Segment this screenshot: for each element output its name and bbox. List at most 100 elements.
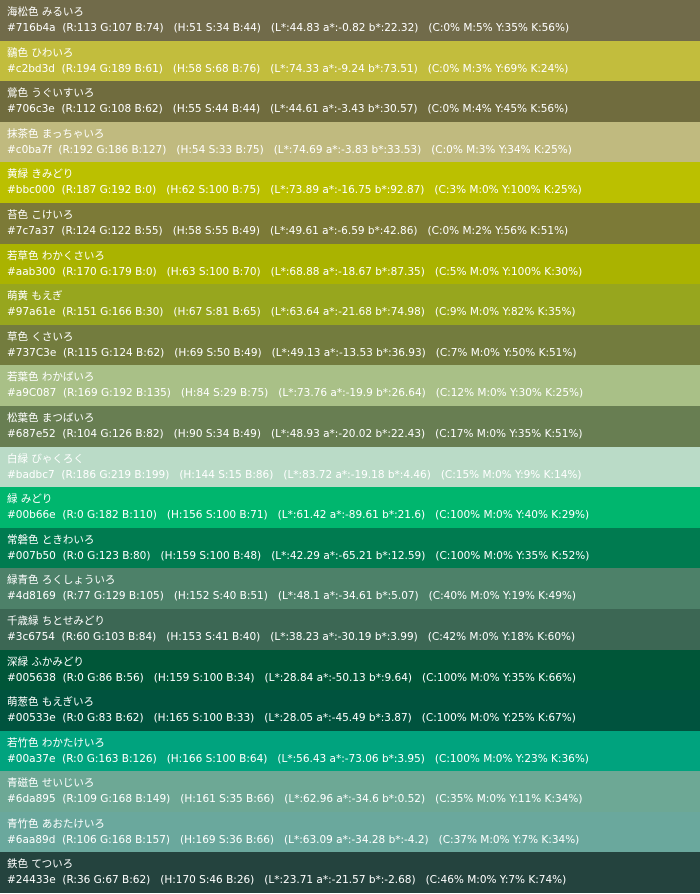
hex-code: #687e52 [7,427,56,440]
color-values: #716b4a (R:113 G:107 B:74) (H:51 S:34 B:… [7,20,700,36]
lab-value: (L*:68.88 a*:-18.67 b*:87.35) [270,265,425,278]
hsb-value: (H:69 S:50 B:49) [174,346,262,359]
hsb-value: (H:144 S:15 B:86) [179,468,274,481]
color-swatch-row: 鶯色 うぐいすいろ #706c3e (R:112 G:108 B:62) (H:5… [0,81,700,122]
cmyk-value: (C:42% M:0% Y:18% K:60%) [427,630,576,643]
color-swatch-row: 海松色 みるいろ #716b4a (R:113 G:107 B:74) (H:51… [0,0,700,41]
hex-code: #005638 [7,671,56,684]
lab-value: (L*:42.29 a*:-65.21 b*:12.59) [271,549,426,562]
color-name: 常磐色 ときわいろ [7,533,95,546]
color-name: 萌黄 もえぎ [7,290,63,303]
color-values: #706c3e (R:112 G:108 B:62) (H:55 S:44 B:… [7,101,700,117]
color-values: #3c6754 (R:60 G:103 B:84) (H:153 S:41 B:… [7,629,700,645]
hsb-value: (H:84 S:29 B:75) [180,387,269,400]
lab-value: (L*:44.83 a*:-0.82 b*:22.32) [270,22,419,34]
color-swatch-list: 海松色 みるいろ #716b4a (R:113 G:107 B:74) (H:51… [0,0,700,894]
hex-code: #3c6754 [7,630,55,643]
cmyk-value: (C:40% M:0% Y:19% K:49%) [428,590,576,603]
rgb-value: (R:113 G:107 B:74) [62,22,164,34]
color-values: #00a37e (R:0 G:163 B:126) (H:166 S:100 B… [7,751,700,767]
lab-value: (L*:44.61 a*:-3.43 b*:30.57) [270,103,418,116]
color-name: 草色 くさいろ [7,330,74,343]
rgb-value: (R:0 G:163 B:126) [62,752,157,765]
hex-code: #00533e [7,712,56,725]
color-values: #737C3e (R:115 G:124 B:62) (H:69 S:50 B:… [7,345,700,361]
lab-value: (L*:63.09 a*:-34.28 b*:-4.2) [284,833,429,846]
color-values: #c2bd3d (R:194 G:189 B:61) (H:58 S:68 B:… [7,61,700,77]
cmyk-value: (C:100% M:0% Y:35% K:52%) [435,549,590,562]
color-swatch-row: 松葉色 まつばいろ #687e52 (R:104 G:126 B:82) (H:9… [0,405,700,447]
color-values: #24433e (R:36 G:67 B:62) (H:170 S:46 B:2… [7,872,700,888]
color-values: #7c7a37 (R:124 G:122 B:55) (H:58 S:55 B:… [7,223,700,239]
color-name: 白緑 びゃくろく [7,452,84,465]
color-name: 青磁色 せいじいろ [7,777,95,790]
rgb-value: (R:192 G:186 B:127) [58,143,167,156]
hsb-value: (H:170 S:46 B:26) [160,874,255,887]
rgb-value: (R:106 G:168 B:157) [62,833,170,846]
lab-value: (L*:49.61 a*:-6.59 b*:42.86) [270,224,418,237]
cmyk-value: (C:100% M:0% Y:25% K:67%) [421,712,576,725]
rgb-value: (R:115 G:124 B:62) [63,346,165,359]
lab-value: (L*:28.05 a*:-45.49 b*:3.87) [264,712,412,725]
color-swatch-row: 常磐色 ときわいろ #007b50 (R:0 G:123 B:80) (H:159… [0,527,700,569]
hsb-value: (H:166 S:100 B:64) [166,752,268,765]
rgb-value: (R:109 G:168 B:149) [62,793,171,806]
color-name: 千歳緑 ちとせみどり [7,614,105,627]
hsb-value: (H:67 S:81 B:65) [173,306,261,319]
color-values: #6da895 (R:109 G:168 B:149) (H:161 S:35 … [7,791,700,807]
hsb-value: (H:156 S:100 B:71) [166,509,268,522]
color-name: 海松色 みるいろ [7,6,84,18]
rgb-value: (R:112 G:108 B:62) [61,103,163,116]
hex-code: #706c3e [7,103,55,116]
rgb-value: (R:151 G:166 B:30) [62,306,164,319]
color-values: #aab300 (R:170 G:179 B:0) (H:63 S:100 B:… [7,264,700,280]
hex-code: #aab300 [7,265,56,278]
cmyk-value: (C:100% M:0% Y:35% K:66%) [422,671,577,684]
color-swatch-row: 若草色 わかくさいろ #aab300 (R:170 G:179 B:0) (H:6… [0,243,700,285]
hex-code: #4d8169 [7,590,56,603]
color-name: 鶸色 ひわいろ [7,46,74,59]
color-values: #c0ba7f (R:192 G:186 B:127) (H:54 S:33 B… [7,142,700,158]
hsb-value: (H:169 S:36 B:66) [180,833,275,846]
color-values: #007b50 (R:0 G:123 B:80) (H:159 S:100 B:… [7,548,700,564]
color-swatch-row: 鶸色 ひわいろ #c2bd3d (R:194 G:189 B:61) (H:58 … [0,40,700,82]
lab-value: (L*:73.89 a*:-16.75 b*:92.87) [270,184,425,197]
rgb-value: (R:169 G:192 B:135) [62,387,171,400]
color-swatch-row: 若葉色 わかばいろ #a9C087 (R:169 G:192 B:135) (H:… [0,365,700,406]
color-values: #4d8169 (R:77 G:129 B:105) (H:152 S:40 B… [7,588,700,604]
color-swatch-row: 苔色 こけいろ #7c7a37 (R:124 G:122 B:55) (H:58 … [0,202,700,244]
color-values: #6aa89d (R:106 G:168 B:157) (H:169 S:36 … [7,832,700,848]
color-name: 松葉色 まつばいろ [7,411,95,424]
hex-code: #716b4a [7,22,56,34]
rgb-value: (R:36 G:67 B:62) [62,874,151,887]
lab-value: (L*:23.71 a*:-21.57 b*:-2.68) [264,874,416,887]
color-swatch-row: 青竹色 あおたけいろ #6aa89d (R:106 G:168 B:157) (H… [0,811,700,853]
rgb-value: (R:186 G:219 B:199) [61,468,170,481]
rgb-value: (R:187 G:192 B:0) [61,184,157,197]
lab-value: (L*:56.43 a*:-73.06 b*:3.95) [277,752,425,765]
color-swatch-row: 白緑 びゃくろく #badbc7 (R:186 G:219 B:199) (H:1… [0,446,700,488]
color-swatch-row: 鉄色 てついろ #24433e (R:36 G:67 B:62) (H:170 S… [0,852,700,894]
color-swatch-row: 萌葱色 もえぎいろ #00533e (R:0 G:83 B:62) (H:165 … [0,690,700,731]
rgb-value: (R:124 G:122 B:55) [61,224,163,237]
color-swatch-row: 若竹色 わかたけいろ #00a37e (R:0 G:163 B:126) (H:1… [0,730,700,772]
color-values: #97a61e (R:151 G:166 B:30) (H:67 S:81 B:… [7,304,700,320]
rgb-value: (R:170 G:179 B:0) [62,265,157,278]
color-name: 若葉色 わかばいろ [7,371,95,384]
lab-value: (L*:28.84 a*:-50.13 b*:9.64) [264,671,412,684]
lab-value: (L*:74.33 a*:-9.24 b*:73.51) [270,62,418,75]
color-swatch-row: 萌黄 もえぎ #97a61e (R:151 G:166 B:30) (H:67 S… [0,284,700,325]
cmyk-value: (C:0% M:2% Y:56% K:51%) [427,224,569,237]
color-name: 深緑 ふかみどり [7,655,84,668]
hsb-value: (H:90 S:34 B:49) [173,427,261,440]
hsb-value: (H:51 S:34 B:44) [173,22,261,34]
hex-code: #97a61e [7,306,56,319]
hsb-value: (H:55 S:44 B:44) [172,103,261,116]
cmyk-value: (C:17% M:0% Y:35% K:51%) [435,427,583,440]
cmyk-value: (C:0% M:5% Y:35% K:56%) [428,22,570,34]
cmyk-value: (C:3% M:0% Y:100% K:25%) [434,184,582,197]
hsb-value: (H:54 S:33 B:75) [176,143,264,156]
color-swatch-row: 黄緑 きみどり #bbc000 (R:187 G:192 B:0) (H:62 S… [0,162,700,203]
color-swatch-row: 千歳緑 ちとせみどり #3c6754 (R:60 G:103 B:84) (H:1… [0,608,700,650]
color-name: 黄緑 きみどり [7,168,74,181]
